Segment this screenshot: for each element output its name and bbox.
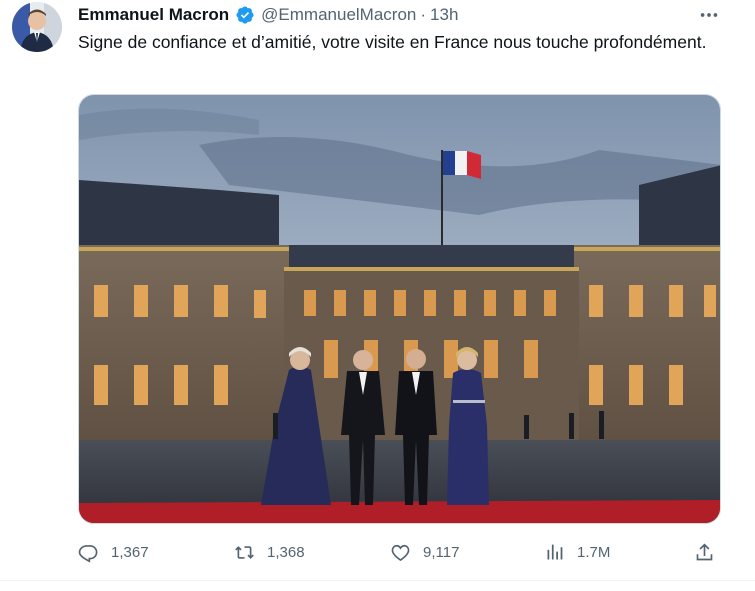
views-count: 1.7M — [577, 543, 611, 561]
repost-icon — [235, 545, 254, 559]
tweet-text: Signe de confiance et d’amitié, votre vi… — [78, 32, 707, 52]
tweet-actions-bar: 1,367 1,368 9,117 1.7M — [78, 536, 718, 568]
share-icon — [696, 542, 713, 560]
avatar-image — [12, 2, 62, 52]
tweet-divider — [0, 580, 755, 581]
avatar[interactable] — [12, 2, 62, 52]
more-horizontal-icon — [700, 13, 718, 17]
tweet-timestamp[interactable]: 13h — [430, 5, 458, 25]
reply-icon — [78, 544, 98, 563]
tweet-photo[interactable] — [78, 94, 721, 524]
share-button[interactable] — [694, 536, 715, 568]
author-name[interactable]: Emmanuel Macron — [78, 5, 229, 25]
more-options-button[interactable] — [696, 4, 722, 26]
repost-button[interactable]: 1,368 — [234, 536, 305, 568]
author-handle[interactable]: @EmmanuelMacron — [261, 5, 416, 25]
views-button[interactable]: 1.7M — [544, 536, 610, 568]
palace-photo-image — [79, 95, 720, 523]
tweet-card[interactable]: Emmanuel Macron @EmmanuelMacron · 13h Si… — [0, 0, 755, 591]
like-count: 9,117 — [423, 543, 460, 561]
reply-button[interactable]: 1,367 — [78, 536, 149, 568]
header-separator: · — [420, 5, 427, 24]
repost-count: 1,368 — [267, 543, 305, 561]
views-bar-chart-icon — [547, 544, 563, 559]
reply-count: 1,367 — [111, 543, 149, 561]
like-button[interactable]: 9,117 — [390, 536, 459, 568]
tweet-header: Emmanuel Macron @EmmanuelMacron · 13h — [78, 4, 458, 26]
heart-icon — [391, 544, 410, 561]
verified-badge-icon — [235, 5, 255, 25]
